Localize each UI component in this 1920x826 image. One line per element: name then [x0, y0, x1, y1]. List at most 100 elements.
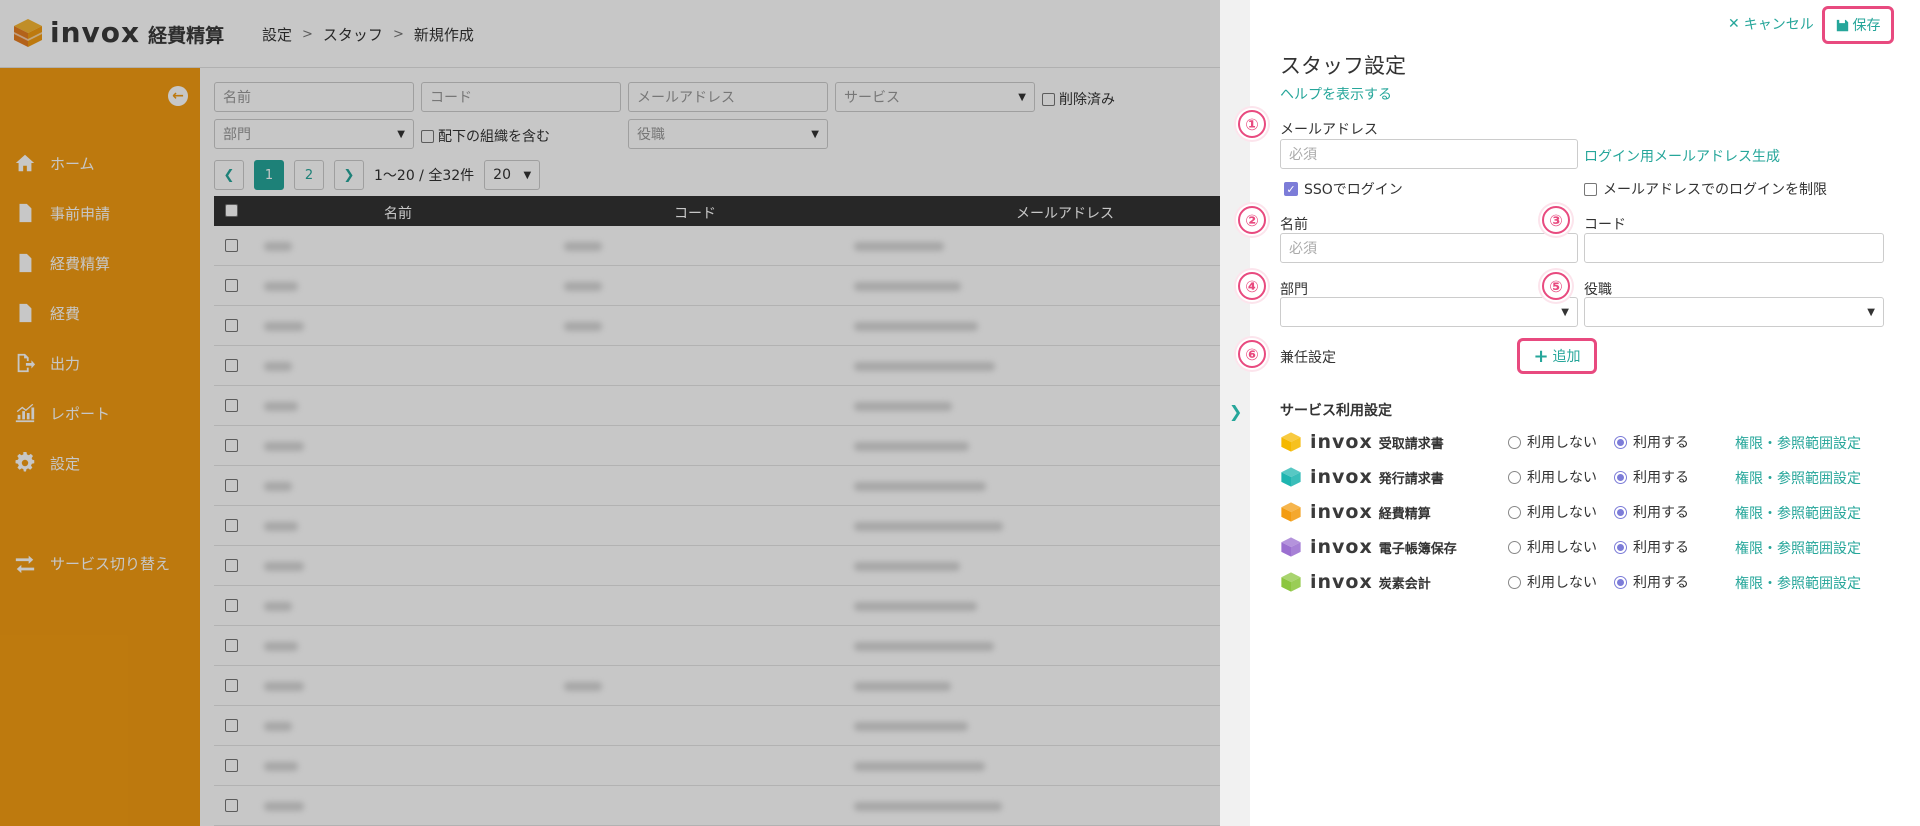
service-brand: invox — [1310, 536, 1373, 558]
service-option-on[interactable]: 利用する — [1614, 467, 1689, 487]
marker-3: ③ — [1542, 206, 1570, 234]
service-row: invox 受取請求書 利用しない 利用する 権限・参照範囲設定 — [1280, 427, 1900, 457]
code-label: コード — [1584, 217, 1626, 233]
radio-button[interactable] — [1508, 435, 1521, 449]
restrict-email-login-checkbox[interactable]: メールアドレスでのログインを制限 — [1584, 179, 1827, 199]
service-row: invox 発行請求書 利用しない 利用する 権限・参照範囲設定 — [1280, 462, 1900, 492]
panel-title: スタッフ設定 — [1280, 54, 1406, 78]
service-name: 発行請求書 — [1378, 471, 1444, 487]
service-option-off[interactable]: 利用しない — [1508, 467, 1614, 487]
marker-6: ⑥ — [1238, 340, 1266, 368]
service-permission-link[interactable]: 権限・参照範囲設定 — [1735, 573, 1861, 593]
code-input[interactable] — [1584, 233, 1884, 263]
service-option-on[interactable]: 利用する — [1614, 572, 1689, 592]
radio-button[interactable] — [1508, 540, 1521, 554]
email-placeholder: 必須 — [1289, 147, 1317, 163]
service-name: 炭素会計 — [1378, 576, 1431, 592]
service-permission-link[interactable]: 権限・参照範囲設定 — [1735, 503, 1861, 523]
help-link[interactable]: ヘルプを表示する — [1280, 84, 1392, 104]
option-on-label: 利用する — [1633, 505, 1689, 521]
checkbox-box[interactable] — [1584, 182, 1597, 196]
save-icon — [1836, 19, 1848, 31]
email-label: メールアドレス — [1280, 122, 1378, 138]
radio-button-selected[interactable] — [1614, 575, 1627, 589]
sso-login-checkbox[interactable]: ✓ SSOでログイン — [1284, 179, 1403, 199]
sso-login-label: SSOでログイン — [1304, 182, 1403, 198]
service-row: invox 炭素会計 利用しない 利用する 権限・参照範囲設定 — [1280, 567, 1900, 597]
service-brand: invox — [1310, 501, 1373, 523]
service-row: invox 電子帳簿保存 利用しない 利用する 権限・参照範囲設定 — [1280, 532, 1900, 562]
option-on-label: 利用する — [1633, 470, 1689, 486]
position-select[interactable]: ▼ — [1584, 297, 1884, 327]
service-logo: invox 経費精算 — [1280, 501, 1508, 523]
radio-button[interactable] — [1508, 505, 1521, 519]
checkbox-checked-icon[interactable]: ✓ — [1284, 182, 1298, 196]
chevron-right-icon[interactable]: ❯ — [1229, 402, 1242, 421]
invox-cube-icon — [1281, 432, 1301, 452]
radio-button-selected[interactable] — [1614, 505, 1627, 519]
close-icon: ✕ — [1728, 16, 1740, 32]
plus-icon: + — [1533, 345, 1549, 367]
add-label: 追加 — [1552, 349, 1581, 365]
service-brand: invox — [1310, 466, 1373, 488]
email-input[interactable]: 必須 — [1280, 139, 1578, 169]
service-permission-link[interactable]: 権限・参照範囲設定 — [1735, 538, 1861, 558]
service-option-off[interactable]: 利用しない — [1508, 572, 1614, 592]
generate-login-email-link[interactable]: ログイン用メールアドレス生成 — [1584, 146, 1780, 166]
radio-button[interactable] — [1508, 470, 1521, 484]
option-off-label: 利用しない — [1527, 505, 1597, 521]
service-permission-link[interactable]: 権限・参照範囲設定 — [1735, 433, 1861, 453]
caret-down-icon: ▼ — [1867, 306, 1875, 318]
service-permission-link[interactable]: 権限・参照範囲設定 — [1735, 468, 1861, 488]
radio-button-selected[interactable] — [1614, 435, 1627, 449]
service-name: 経費精算 — [1378, 506, 1431, 522]
invox-cube-icon — [1281, 537, 1301, 557]
caret-down-icon: ▼ — [1561, 306, 1569, 318]
service-option-off[interactable]: 利用しない — [1508, 537, 1614, 557]
service-option-on[interactable]: 利用する — [1614, 502, 1689, 522]
name-input[interactable]: 必須 — [1280, 233, 1578, 263]
service-option-off[interactable]: 利用しない — [1508, 502, 1614, 522]
name-placeholder: 必須 — [1289, 241, 1317, 257]
service-option-on[interactable]: 利用する — [1614, 537, 1689, 557]
radio-button[interactable] — [1508, 575, 1521, 589]
radio-button-selected[interactable] — [1614, 540, 1627, 554]
service-option-off[interactable]: 利用しない — [1508, 432, 1614, 452]
service-row: invox 経費精算 利用しない 利用する 権限・参照範囲設定 — [1280, 497, 1900, 527]
option-off-label: 利用しない — [1527, 540, 1597, 556]
option-off-label: 利用しない — [1527, 435, 1597, 451]
position-label: 役職 — [1584, 282, 1612, 298]
service-logo: invox 受取請求書 — [1280, 431, 1508, 453]
marker-2: ② — [1238, 206, 1266, 234]
restrict-email-login-label: メールアドレスでのログインを制限 — [1603, 182, 1827, 198]
service-logo: invox 炭素会計 — [1280, 571, 1508, 593]
option-off-label: 利用しない — [1527, 470, 1597, 486]
option-on-label: 利用する — [1633, 540, 1689, 556]
service-logo: invox 電子帳簿保存 — [1280, 536, 1508, 558]
service-name: 受取請求書 — [1378, 436, 1444, 452]
modal-overlay[interactable] — [0, 0, 1220, 826]
invox-cube-icon — [1281, 572, 1301, 592]
option-off-label: 利用しない — [1527, 575, 1597, 591]
add-concurrent-button[interactable]: + 追加 — [1517, 338, 1597, 374]
department-label: 部門 — [1280, 282, 1308, 298]
staff-settings-panel: ✕ キャンセル 保存 スタッフ設定 ヘルプを表示する ① メールアドレス 必須 … — [1238, 0, 1920, 826]
save-button[interactable]: 保存 — [1822, 6, 1894, 44]
concurrent-label: 兼任設定 — [1280, 350, 1336, 366]
marker-5: ⑤ — [1542, 272, 1570, 300]
invox-cube-icon — [1281, 502, 1301, 522]
save-label: 保存 — [1852, 18, 1881, 34]
service-brand: invox — [1310, 431, 1373, 453]
service-brand: invox — [1310, 571, 1373, 593]
invox-cube-icon — [1281, 467, 1301, 487]
option-on-label: 利用する — [1633, 575, 1689, 591]
service-option-on[interactable]: 利用する — [1614, 432, 1689, 452]
name-label: 名前 — [1280, 217, 1308, 233]
department-select[interactable]: ▼ — [1280, 297, 1578, 327]
services-section-title: サービス利用設定 — [1280, 403, 1392, 419]
service-logo: invox 発行請求書 — [1280, 466, 1508, 488]
cancel-label: キャンセル — [1743, 17, 1814, 33]
radio-button-selected[interactable] — [1614, 470, 1627, 484]
cancel-button[interactable]: ✕ キャンセル — [1728, 14, 1814, 34]
marker-1: ① — [1238, 110, 1266, 138]
